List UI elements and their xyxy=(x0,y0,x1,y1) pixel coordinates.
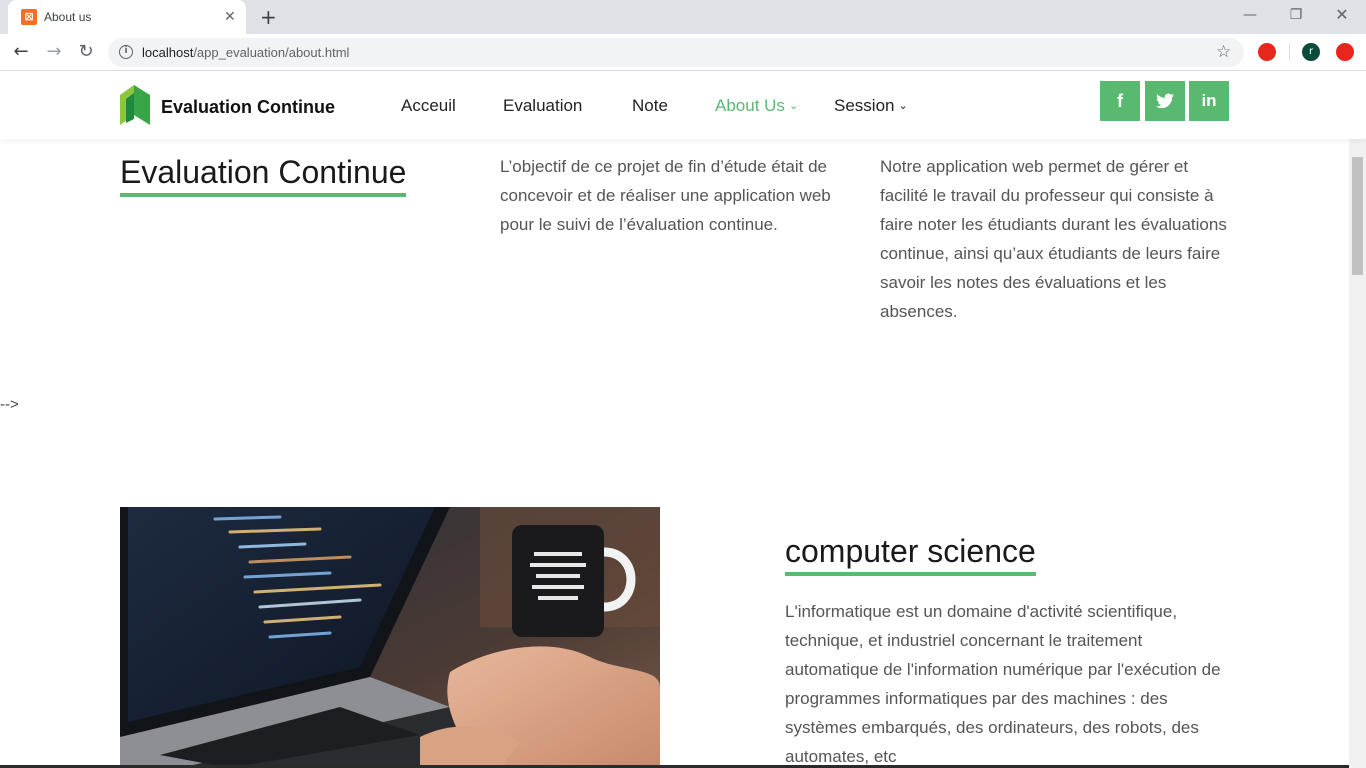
page-scrollbar[interactable] xyxy=(1349,71,1366,768)
twitter-button[interactable] xyxy=(1145,81,1185,121)
browser-toolbar: ← → ↻ i localhost/app_evaluation/about.h… xyxy=(0,34,1366,71)
section-title-computer-science: computer science xyxy=(785,532,1036,576)
extension-update-icon[interactable] xyxy=(1336,43,1354,61)
window-close-icon[interactable]: ✕ xyxy=(1332,5,1352,25)
url-text[interactable]: localhost/app_evaluation/about.html xyxy=(142,44,349,61)
url-path: /app_evaluation/about.html xyxy=(193,45,350,60)
browser-tab[interactable]: ⊠ About us ✕ xyxy=(8,0,246,34)
stray-comment-text: --> xyxy=(0,396,19,413)
tab-close-icon[interactable]: ✕ xyxy=(224,8,236,26)
bookmark-star-icon[interactable]: ☆ xyxy=(1216,41,1231,63)
scrollbar-thumb[interactable] xyxy=(1352,157,1363,275)
site-info-icon[interactable]: i xyxy=(119,45,133,59)
nav-session[interactable]: Session ⌄ xyxy=(834,95,908,117)
page-title: Evaluation Continue xyxy=(120,153,407,197)
about-objective-text: L’objectif de ce projet de fin d’étude é… xyxy=(500,157,831,234)
url-host: localhost xyxy=(142,45,194,60)
nav-about-us[interactable]: About Us ⌄ xyxy=(715,95,798,117)
twitter-icon xyxy=(1156,93,1174,109)
site-header: Evaluation Continue Acceuil Evaluation N… xyxy=(0,71,1366,139)
chevron-down-icon: ⌄ xyxy=(898,100,908,112)
toolbar-divider xyxy=(1289,43,1290,61)
reload-icon[interactable]: ↻ xyxy=(74,40,98,64)
nav-session-label: Session xyxy=(834,96,895,115)
forward-arrow-icon[interactable]: → xyxy=(42,40,66,64)
nav-acceuil[interactable]: Acceuil xyxy=(401,95,456,117)
page-viewport: Evaluation Continue Acceuil Evaluation N… xyxy=(0,71,1366,768)
profile-avatar[interactable]: r xyxy=(1302,43,1320,61)
logo-icon xyxy=(120,85,150,125)
restore-icon[interactable]: ❐ xyxy=(1286,5,1306,25)
xampp-favicon-icon: ⊠ xyxy=(21,9,37,25)
facebook-icon: f xyxy=(1117,91,1123,111)
nav-evaluation[interactable]: Evaluation xyxy=(503,95,582,117)
brand-name[interactable]: Evaluation Continue xyxy=(161,96,335,118)
extension-adblock-icon[interactable] xyxy=(1258,43,1276,61)
computer-science-text: L'informatique est un domaine d'activité… xyxy=(785,602,1221,766)
tab-title: About us xyxy=(44,10,92,24)
nav-about-us-label: About Us xyxy=(715,96,785,115)
address-bar[interactable]: i localhost/app_evaluation/about.html ☆ xyxy=(108,38,1244,67)
back-arrow-icon[interactable]: ← xyxy=(9,40,33,64)
chevron-down-icon: ⌄ xyxy=(788,100,799,112)
new-tab-icon[interactable]: + xyxy=(260,5,277,29)
facebook-button[interactable]: f xyxy=(1100,81,1140,121)
linkedin-icon: in xyxy=(1201,91,1217,110)
linkedin-button[interactable]: in xyxy=(1189,81,1229,121)
about-application-text: Notre application web permet de gérer et… xyxy=(880,157,1227,321)
laptop-coding-photo xyxy=(120,507,660,768)
browser-tabbar: ⊠ About us ✕ + — ❐ ✕ xyxy=(0,0,1366,34)
minimize-icon[interactable]: — xyxy=(1240,5,1260,25)
nav-note[interactable]: Note xyxy=(632,95,668,117)
